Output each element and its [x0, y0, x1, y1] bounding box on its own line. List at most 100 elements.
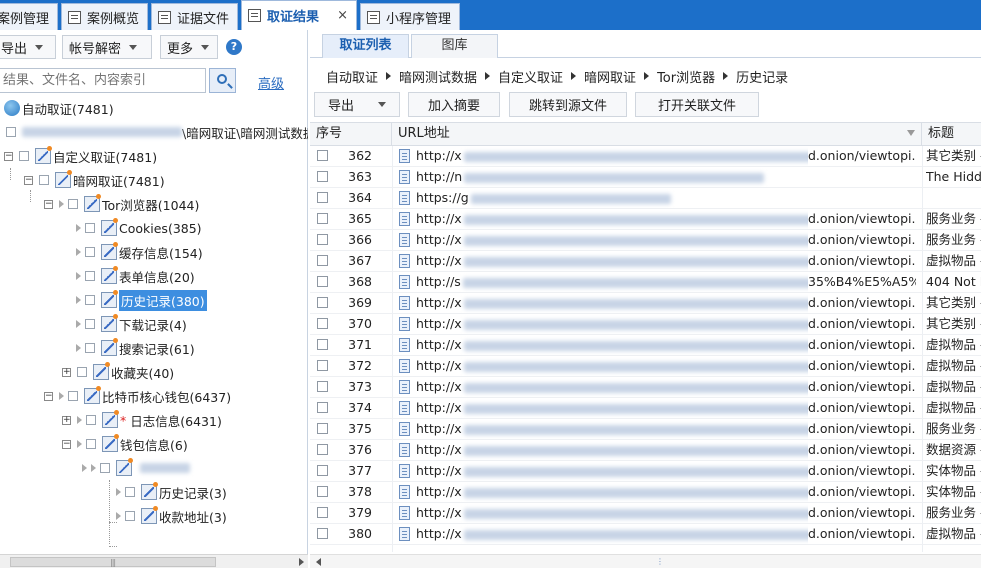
tab-forensic-list[interactable]: 取证列表 — [322, 34, 409, 58]
table-row[interactable]: 377 http://x d.onion/viewtopi... 实体物品 - — [310, 461, 981, 482]
tree-node-wallet-history[interactable]: 历史记录(3) — [116, 482, 227, 502]
table-row[interactable]: 364 https://g — [310, 188, 981, 209]
row-checkbox[interactable] — [317, 150, 328, 161]
breadcrumb-item[interactable]: 暗网测试数据 — [399, 67, 477, 86]
row-checkbox[interactable] — [317, 444, 328, 455]
tree-checkbox[interactable] — [77, 367, 87, 377]
collapse-icon[interactable]: − — [44, 199, 53, 209]
close-icon[interactable]: × — [337, 8, 348, 23]
table-row[interactable]: 373 http://x d.onion/viewtopi... 虚拟物品 - — [310, 377, 981, 398]
tree-node-evidence-path[interactable]: \暗网取证\暗网测试数据 — [6, 122, 308, 142]
tree-checkbox[interactable] — [86, 439, 96, 449]
row-checkbox[interactable] — [317, 423, 328, 434]
jump-to-source-button[interactable]: 跳转到源文件 — [509, 92, 627, 117]
scroll-left-arrow-icon[interactable] — [316, 558, 321, 566]
tree-checkbox[interactable] — [125, 487, 135, 497]
search-button[interactable] — [209, 68, 236, 93]
breadcrumb-item[interactable]: 暗网取证 — [584, 67, 636, 86]
collapse-icon[interactable]: − — [4, 151, 13, 161]
tree-checkbox[interactable] — [85, 271, 95, 281]
tree-node-auto-forensic[interactable]: 自动取证(7481) — [4, 98, 114, 118]
collapse-icon[interactable]: − — [62, 439, 71, 449]
collapse-icon[interactable]: − — [24, 175, 33, 185]
tree-node-wallet-info[interactable]: − 钱包信息(6) — [62, 434, 188, 454]
row-checkbox[interactable] — [317, 297, 328, 308]
tree-checkbox[interactable] — [19, 151, 29, 161]
help-icon[interactable]: ? — [226, 39, 242, 55]
table-row[interactable]: 380 http://x d.onion/viewtopi... 虚拟物品 - — [310, 524, 981, 545]
row-checkbox[interactable] — [317, 465, 328, 476]
column-header-seq[interactable]: 序号 — [310, 123, 392, 146]
tree-checkbox[interactable] — [68, 391, 78, 401]
breadcrumb-item[interactable]: Tor浏览器 — [657, 67, 715, 86]
tree-node-history[interactable]: 历史记录(380) — [76, 289, 207, 311]
table-row[interactable]: 372 http://x d.onion/viewtopi... 虚拟物品 - — [310, 356, 981, 377]
tree-node-forms[interactable]: 表单信息(20) — [76, 266, 195, 286]
row-checkbox[interactable] — [317, 234, 328, 245]
row-checkbox[interactable] — [317, 276, 328, 287]
search-input[interactable] — [0, 68, 206, 93]
tree-node-cookies[interactable]: Cookies(385) — [76, 218, 202, 238]
export-dropdown-button[interactable]: 导出 — [0, 35, 56, 59]
tree-node-bitcoin-wallet[interactable]: − 比特币核心钱包(6437) — [44, 386, 231, 406]
row-checkbox[interactable] — [317, 360, 328, 371]
open-related-file-button[interactable]: 打开关联文件 — [635, 92, 759, 117]
table-row[interactable]: 370 http://x d.onion/viewtopi... 其它类别 - — [310, 314, 981, 335]
tree-node-cache[interactable]: 缓存信息(154) — [76, 242, 203, 262]
tree-checkbox[interactable] — [85, 319, 95, 329]
row-checkbox[interactable] — [317, 213, 328, 224]
tree-checkbox[interactable] — [86, 415, 96, 425]
table-row[interactable]: 369 http://x d.onion/viewtopi... 其它类别 - — [310, 293, 981, 314]
table-row[interactable]: 365 http://x d.onion/viewtopi... 服务业务 - — [310, 209, 981, 230]
column-header-url[interactable]: URL地址 — [392, 123, 922, 146]
table-row[interactable]: 368 http://s 35%B4%E5%A5%... 404 Not F — [310, 272, 981, 293]
tree-node-custom-forensic[interactable]: − 自定义取证(7481) — [4, 146, 157, 166]
tree-node-searches[interactable]: 搜索记录(61) — [76, 338, 195, 358]
table-row[interactable]: 375 http://x d.onion/viewtopi... 服务业务 - — [310, 419, 981, 440]
column-header-title[interactable]: 标题 — [922, 123, 981, 146]
table-row[interactable]: 378 http://x d.onion/viewtopi... 实体物品 - — [310, 482, 981, 503]
tree-node-receive-address[interactable]: 收款地址(3) — [116, 506, 227, 526]
tree-node-wallet-blurred[interactable] — [82, 458, 190, 478]
tree-checkbox[interactable] — [125, 511, 135, 521]
tree-checkbox[interactable] — [68, 199, 78, 209]
row-checkbox[interactable] — [317, 318, 328, 329]
advanced-search-link[interactable]: 高级 — [258, 73, 284, 92]
breadcrumb-item[interactable]: 历史记录 — [736, 67, 788, 86]
tree-checkbox[interactable] — [85, 295, 95, 305]
expand-icon[interactable]: + — [62, 415, 71, 425]
tree-checkbox[interactable] — [85, 223, 95, 233]
tab-evidence-files[interactable]: 证据文件 — [151, 3, 239, 30]
row-checkbox[interactable] — [317, 339, 328, 350]
tab-gallery[interactable]: 图库 — [411, 34, 498, 58]
breadcrumb-item[interactable]: 自定义取证 — [498, 67, 563, 86]
row-checkbox[interactable] — [317, 528, 328, 539]
account-decrypt-button[interactable]: 帐号解密 — [62, 35, 152, 59]
table-row[interactable]: 379 http://x d.onion/viewtopi... 服务业务 - — [310, 503, 981, 524]
filter-icon[interactable] — [907, 130, 915, 136]
tree-checkbox[interactable] — [100, 463, 110, 473]
breadcrumb-item[interactable]: 自动取证 — [326, 67, 378, 86]
tree-checkbox[interactable] — [39, 175, 49, 185]
right-horizontal-scrollbar[interactable]: ⋮ — [310, 554, 981, 568]
row-checkbox[interactable] — [317, 381, 328, 392]
row-checkbox[interactable] — [317, 402, 328, 413]
tree-node-darkweb-forensic[interactable]: − 暗网取证(7481) — [24, 170, 165, 190]
tab-mini-program[interactable]: 小程序管理 — [359, 3, 460, 30]
table-row[interactable]: 362 http://x d.onion/viewtopi... 其它类别 - — [310, 146, 981, 167]
expand-icon[interactable]: + — [62, 367, 71, 377]
tree-node-tor-browser[interactable]: − Tor浏览器(1044) — [44, 194, 199, 214]
left-horizontal-scrollbar[interactable]: ||| — [0, 554, 308, 568]
tree-node-downloads[interactable]: 下载记录(4) — [76, 314, 187, 334]
add-summary-button[interactable]: 加入摘要 — [408, 92, 500, 117]
tree-checkbox[interactable] — [85, 343, 95, 353]
table-row[interactable]: 374 http://x d.onion/viewtopi... 虚拟物品 - — [310, 398, 981, 419]
tab-case-overview[interactable]: 案例概览 — [61, 3, 149, 30]
more-dropdown-button[interactable]: 更多 — [160, 35, 218, 59]
tree-checkbox[interactable] — [85, 247, 95, 257]
row-checkbox[interactable] — [317, 192, 328, 203]
row-checkbox[interactable] — [317, 507, 328, 518]
tab-case-management[interactable]: 案例管理 — [0, 3, 59, 30]
table-row[interactable]: 367 http://x d.onion/viewtopi... 虚拟物品 - — [310, 251, 981, 272]
collapse-icon[interactable]: − — [44, 391, 53, 401]
